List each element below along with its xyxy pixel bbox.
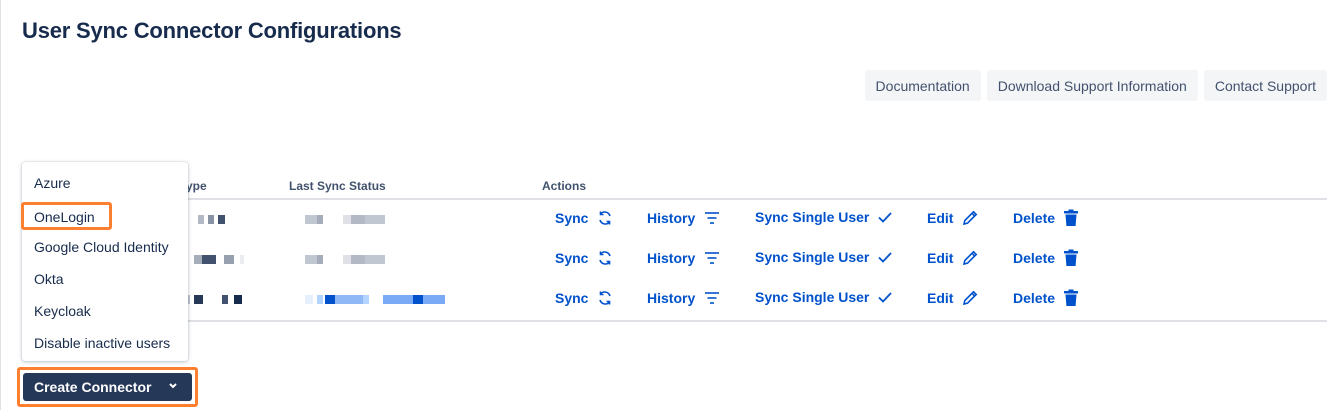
sync-single-user-action[interactable]: Sync Single User bbox=[755, 249, 893, 265]
chevron-down-icon bbox=[169, 383, 177, 389]
edit-label: Edit bbox=[927, 250, 954, 266]
sync-action[interactable]: Sync bbox=[555, 249, 614, 267]
check-icon bbox=[878, 292, 893, 303]
delete-action[interactable]: Delete bbox=[1013, 249, 1079, 267]
trash-icon bbox=[1064, 249, 1079, 266]
menu-item-onelogin-label: OneLogin bbox=[34, 209, 95, 225]
pencil-icon bbox=[963, 210, 978, 226]
sync-single-user-label: Sync Single User bbox=[755, 249, 870, 265]
edit-action[interactable]: Edit bbox=[927, 249, 979, 267]
table-row: Sync History Sync Single User Edit Delet… bbox=[22, 280, 1327, 320]
redacted-status bbox=[305, 295, 455, 304]
delete-action[interactable]: Delete bbox=[1013, 209, 1079, 227]
header-actions: Documentation Download Support Informati… bbox=[864, 70, 1327, 101]
delete-label: Delete bbox=[1013, 290, 1056, 306]
sync-single-user-label: Sync Single User bbox=[755, 209, 870, 225]
sync-label: Sync bbox=[555, 250, 589, 266]
menu-item-disable-inactive-users[interactable]: Disable inactive users bbox=[34, 335, 170, 351]
history-label: History bbox=[647, 210, 696, 226]
refresh-icon bbox=[599, 211, 612, 225]
header-last-sync-status: Last Sync Status bbox=[289, 179, 386, 193]
documentation-button[interactable]: Documentation bbox=[864, 70, 981, 101]
trash-icon bbox=[1064, 209, 1079, 226]
contact-support-button[interactable]: Contact Support bbox=[1203, 70, 1327, 101]
check-icon bbox=[878, 212, 893, 223]
delete-label: Delete bbox=[1013, 210, 1056, 226]
create-connector-label: Create Connector bbox=[34, 379, 152, 395]
page-left-border bbox=[0, 0, 1, 410]
create-connector-highlight: Create Connector bbox=[17, 367, 198, 407]
refresh-icon bbox=[599, 291, 612, 305]
redacted-type bbox=[190, 255, 250, 264]
sync-single-user-action[interactable]: Sync Single User bbox=[755, 289, 893, 305]
table-row: Sync History Sync Single User Edit Delet… bbox=[22, 240, 1327, 280]
create-connector-button[interactable]: Create Connector bbox=[23, 373, 192, 401]
sync-single-user-label: Sync Single User bbox=[755, 289, 870, 305]
table-body: Sync History Sync Single User Edit Delet… bbox=[22, 200, 1327, 322]
redacted-type bbox=[186, 295, 246, 304]
menu-item-okta[interactable]: Okta bbox=[34, 271, 64, 287]
page-title: User Sync Connector Configurations bbox=[22, 18, 402, 43]
sync-label: Sync bbox=[555, 290, 589, 306]
connector-type-menu: Azure Google Cloud Identity Okta Keycloa… bbox=[22, 162, 188, 361]
history-action[interactable]: History bbox=[647, 249, 721, 267]
history-action[interactable]: History bbox=[647, 289, 721, 307]
sync-single-user-action[interactable]: Sync Single User bbox=[755, 209, 893, 225]
check-icon bbox=[878, 252, 893, 263]
connectors-table: ype Last Sync Status Actions Sync Histor… bbox=[22, 170, 1327, 322]
menu-item-google-cloud-identity[interactable]: Google Cloud Identity bbox=[34, 239, 169, 255]
edit-action[interactable]: Edit bbox=[927, 209, 979, 227]
menu-item-onelogin[interactable]: OneLogin bbox=[21, 202, 112, 230]
table-row: Sync History Sync Single User Edit Delet… bbox=[22, 200, 1327, 240]
menu-item-keycloak[interactable]: Keycloak bbox=[34, 303, 91, 319]
edit-label: Edit bbox=[927, 210, 954, 226]
history-label: History bbox=[647, 290, 696, 306]
header-actions: Actions bbox=[542, 179, 587, 193]
filter-icon bbox=[705, 212, 720, 224]
filter-icon bbox=[705, 292, 720, 304]
sync-action[interactable]: Sync bbox=[555, 209, 614, 227]
refresh-icon bbox=[599, 251, 612, 265]
filter-icon bbox=[705, 252, 720, 264]
sync-action[interactable]: Sync bbox=[555, 289, 614, 307]
redacted-type bbox=[190, 215, 230, 224]
redacted-status bbox=[305, 215, 395, 224]
delete-label: Delete bbox=[1013, 250, 1056, 266]
pencil-icon bbox=[963, 290, 978, 306]
sync-label: Sync bbox=[555, 210, 589, 226]
delete-action[interactable]: Delete bbox=[1013, 289, 1079, 307]
pencil-icon bbox=[963, 250, 978, 266]
header-type: ype bbox=[186, 179, 207, 193]
download-support-information-button[interactable]: Download Support Information bbox=[986, 70, 1198, 101]
redacted-status bbox=[305, 255, 395, 264]
menu-item-azure[interactable]: Azure bbox=[34, 175, 71, 191]
edit-action[interactable]: Edit bbox=[927, 289, 979, 307]
trash-icon bbox=[1064, 289, 1079, 306]
history-action[interactable]: History bbox=[647, 209, 721, 227]
history-label: History bbox=[647, 250, 696, 266]
table-header: ype Last Sync Status Actions bbox=[22, 170, 1327, 200]
edit-label: Edit bbox=[927, 290, 954, 306]
